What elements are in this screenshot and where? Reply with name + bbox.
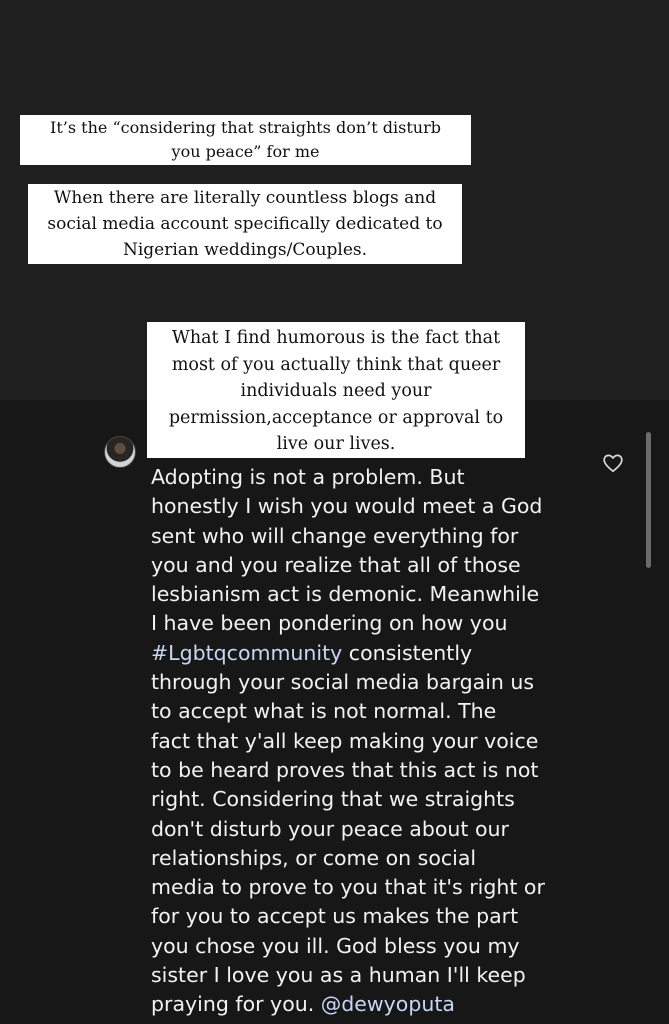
comment-line: I have been pondering on how you	[151, 611, 508, 636]
caption-line: you peace” for me	[171, 142, 320, 161]
comment-line: sent who will change everything for	[151, 523, 519, 548]
comment-line: Adopting is not a problem. But	[151, 465, 465, 489]
comment-line: relationships, or come on social	[151, 845, 477, 870]
heart-icon[interactable]	[601, 451, 625, 475]
scrollbar-thumb[interactable]	[646, 432, 651, 568]
comment-line-fragment: praying for you.	[151, 992, 321, 1017]
caption-line: Nigerian weddings/Couples.	[122, 240, 368, 260]
comment-line: right. Considering that we straights	[151, 787, 515, 812]
comment-text: Adopting is not a problem. But honestly …	[151, 463, 591, 1020]
comment-line: to be heard proves that this act is not	[151, 757, 539, 782]
caption-line: When there are literally countless blogs…	[53, 188, 437, 208]
story-caption-1: It’s the “considering that straights don…	[20, 115, 471, 165]
comment-line: for you to accept us makes the part	[151, 904, 519, 929]
comment-line: don't disturb your peace about our	[151, 816, 509, 841]
caption-line: social media account specifically dedica…	[47, 214, 443, 234]
caption-line: permission,acceptance or approval to	[168, 407, 504, 428]
comment-line: you and you realize that all of those	[151, 552, 521, 577]
comment-line-with-hashtag: #Lgbtqcommunity consistently	[151, 639, 591, 668]
comment-line: fact that y'all keep making your voice	[151, 728, 539, 753]
comment-line: sister I love you as a human I'll keep	[151, 963, 526, 988]
comment-line: media to prove to you that it's right or	[151, 875, 545, 900]
caption-line: What I find humorous is the fact that	[171, 328, 501, 348]
comment-line: through your social media bargain us	[151, 670, 535, 695]
comment-line: you chose you ill. God bless you my	[151, 933, 520, 958]
caption-line: most of you actually think that queer	[171, 354, 501, 375]
commenter-avatar[interactable]	[104, 436, 136, 468]
caption-line: It’s the “considering that straights don…	[50, 118, 441, 137]
comment-line: honestly I wish you would meet a God	[151, 494, 543, 519]
caption-line: live our lives.	[276, 434, 396, 454]
comment-line: lesbianism act is demonic. Meanwhile	[151, 582, 540, 607]
story-caption-3: What I find humorous is the fact that mo…	[147, 322, 525, 458]
hashtag-link[interactable]: #Lgbtqcommunity	[151, 641, 342, 665]
comment-line: to accept what is not normal. The	[151, 699, 497, 724]
story-caption-2: When there are literally countless blogs…	[28, 184, 462, 264]
caption-line: individuals need your	[240, 381, 432, 401]
mention-link[interactable]: @dewyoputa	[321, 992, 455, 1016]
comment-line-fragment: consistently	[342, 640, 473, 665]
comment-line-with-mention: praying for you. @dewyoputa	[151, 990, 591, 1019]
